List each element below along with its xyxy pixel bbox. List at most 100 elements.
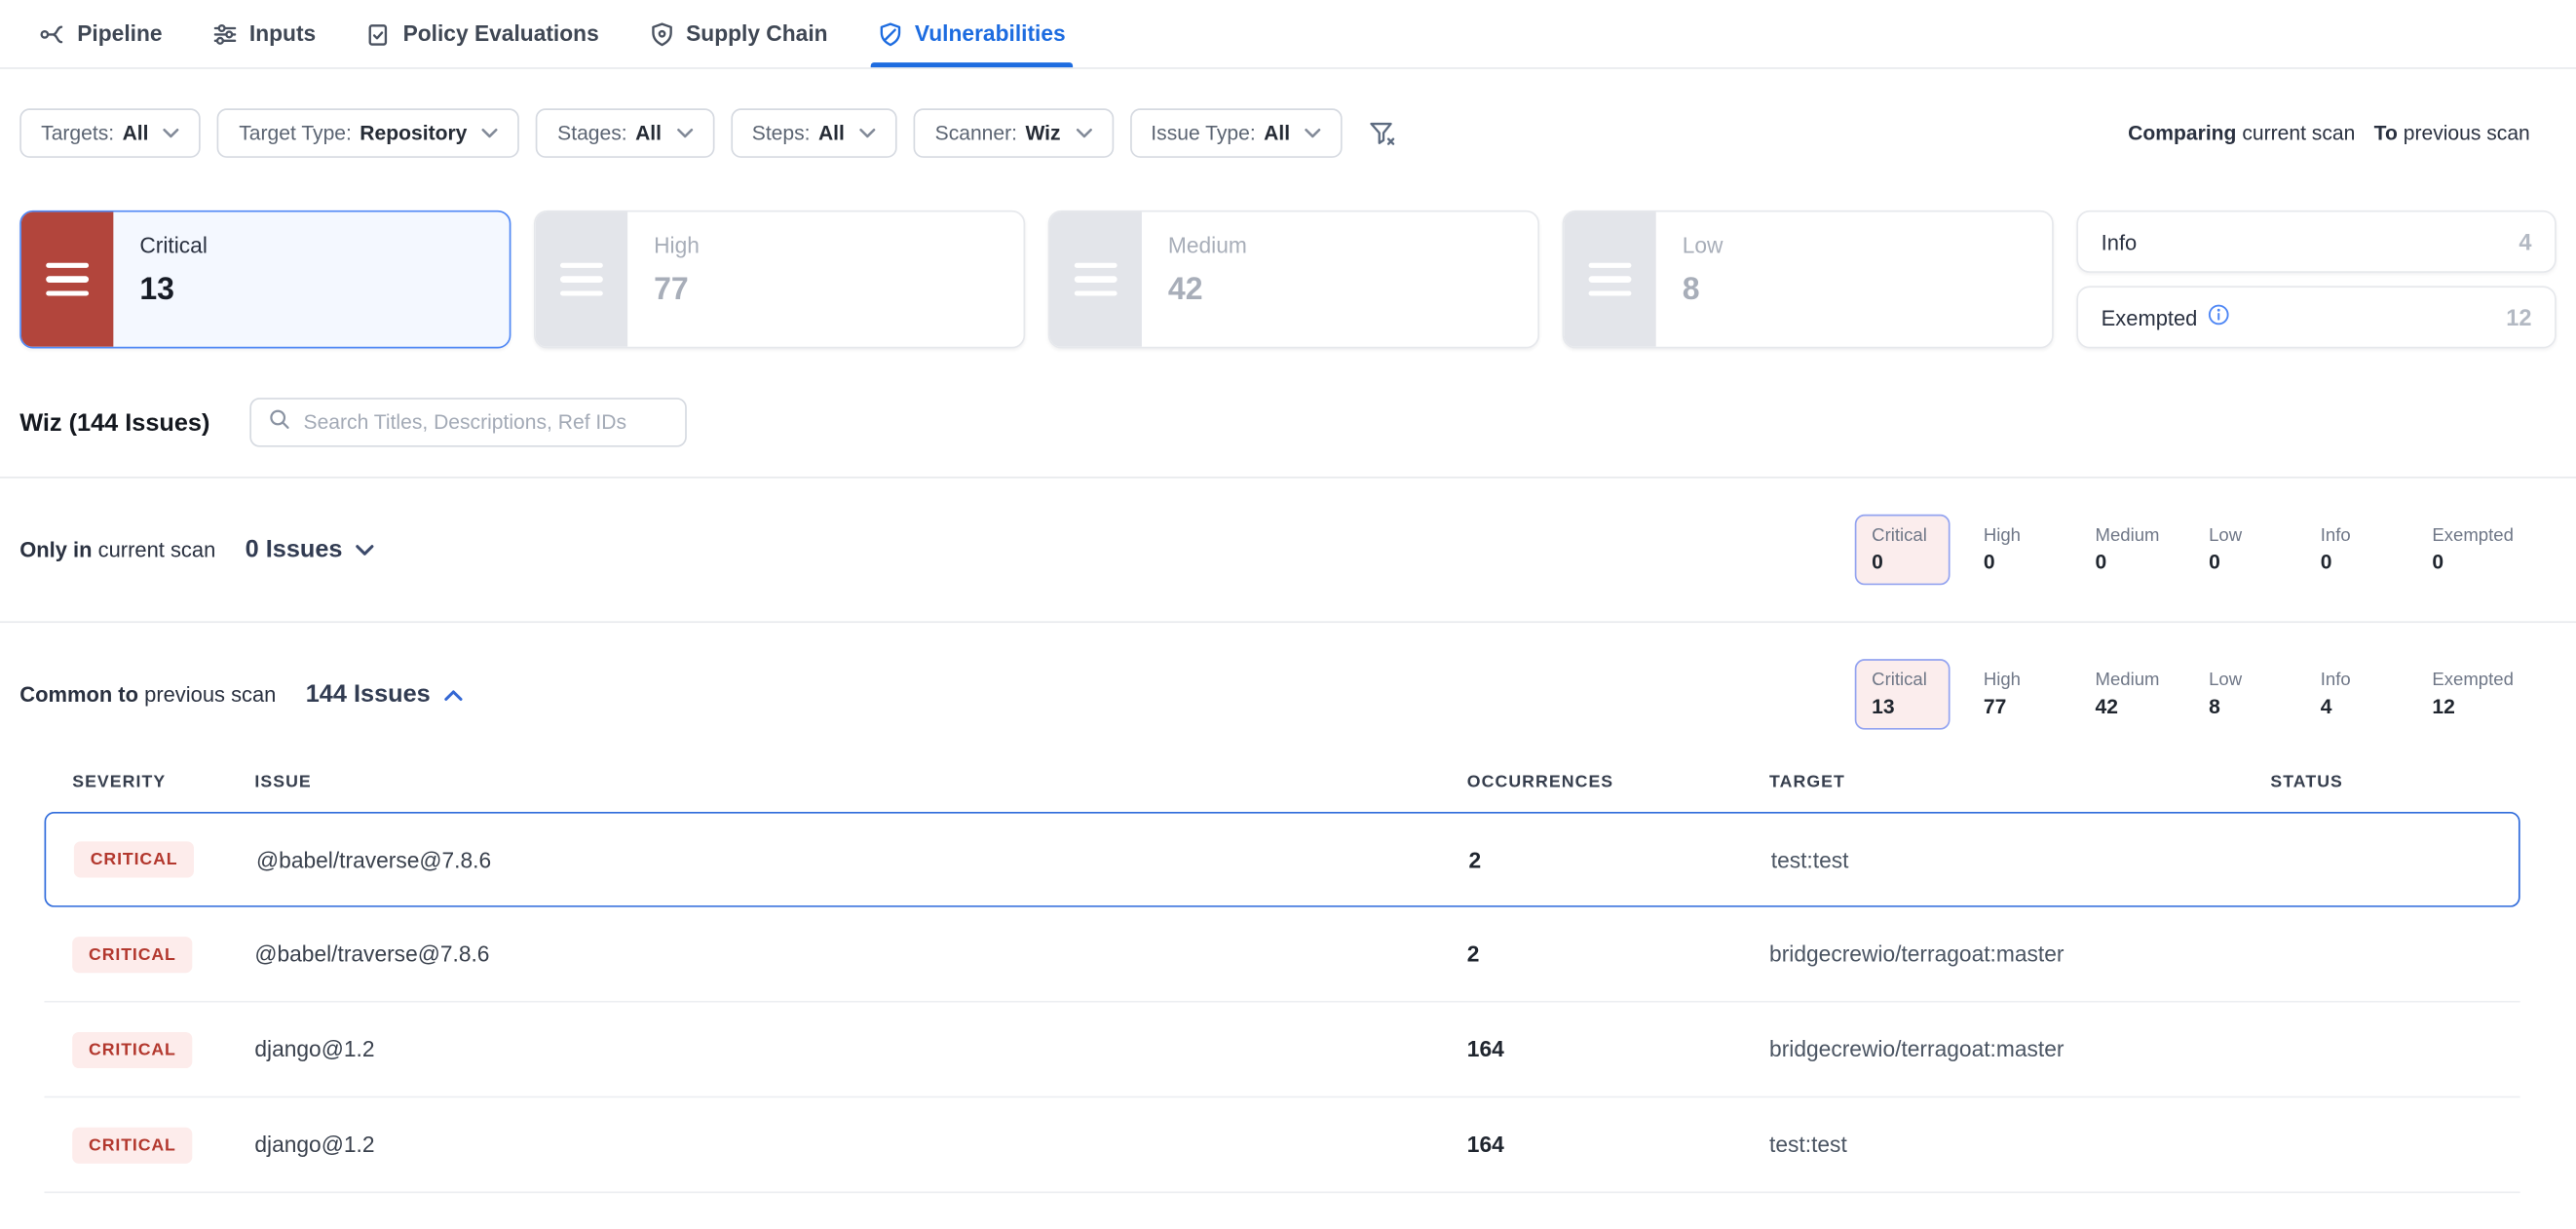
info-icon[interactable] <box>2208 304 2229 330</box>
filter-value: All <box>1264 122 1290 145</box>
filter-steps[interactable]: Steps: All <box>731 108 897 158</box>
vulnerabilities-page: Pipeline Inputs Policy Evaluations Suppl… <box>0 0 2576 1228</box>
occurrences-value: 164 <box>1467 1133 1769 1157</box>
tab-bar: Pipeline Inputs Policy Evaluations Suppl… <box>0 0 2576 69</box>
severity-card-exempted[interactable]: Exempted 12 <box>2076 286 2556 348</box>
section-only-in-current: Only in current scan 0 Issues Critical 0… <box>0 477 2576 621</box>
chevron-down-icon <box>164 129 180 138</box>
severity-pill[interactable]: Info 0 <box>2304 515 2400 586</box>
comparing-previous: previous scan <box>2404 122 2530 145</box>
filter-value: All <box>635 122 662 145</box>
severity-pill[interactable]: Critical 0 <box>1855 515 1951 586</box>
vulnerabilities-icon <box>877 20 903 47</box>
pill-label: Critical <box>1872 526 1934 546</box>
card-count: 42 <box>1168 273 1247 309</box>
card-count: 13 <box>139 273 208 309</box>
severity-list-icon <box>536 212 627 347</box>
severity-pill[interactable]: Medium 0 <box>2079 515 2177 586</box>
severity-badge: CRITICAL <box>72 1127 192 1163</box>
section-prefix: Common to <box>19 682 138 707</box>
side-cards: Info 4 Exempted 12 <box>2076 211 2556 349</box>
pill-label: Exempted <box>2432 671 2514 690</box>
pill-label: Medium <box>2096 671 2160 690</box>
pill-count: 4 <box>2321 695 2383 718</box>
issue-row[interactable]: CRITICAL @babel/traverse@7.8.6 2 bridgec… <box>45 907 2520 1003</box>
severity-card-critical[interactable]: Critical 13 <box>19 211 511 349</box>
section-common-to-previous: Common to previous scan 144 Issues Criti… <box>0 621 2576 1229</box>
issues-table: SEVERITY ISSUE OCCURRENCES TARGET STATUS… <box>45 752 2520 1193</box>
pill-label: Info <box>2321 671 2383 690</box>
severity-card-low[interactable]: Low 8 <box>1563 211 2054 349</box>
severity-list-icon <box>21 212 113 347</box>
filter-targets[interactable]: Targets: All <box>19 108 201 158</box>
filters-row: Targets: All Target Type: Repository Sta… <box>0 69 2576 158</box>
severity-pill[interactable]: High 77 <box>1967 659 2063 730</box>
tab-supply-chain[interactable]: Supply Chain <box>648 0 827 67</box>
tab-vulnerabilities[interactable]: Vulnerabilities <box>877 0 1066 67</box>
card-label: Exempted <box>2102 305 2198 329</box>
severity-card-info[interactable]: Info 4 <box>2076 211 2556 273</box>
search-input[interactable] <box>304 411 668 435</box>
card-count: 8 <box>1683 273 1724 309</box>
issue-name: @babel/traverse@7.8.6 <box>254 941 1466 966</box>
section-issue-count: 144 Issues <box>306 680 431 709</box>
severity-pill[interactable]: Info 4 <box>2304 659 2400 730</box>
severity-pill[interactable]: Exempted 0 <box>2416 515 2530 586</box>
section-toggle-common-to-previous[interactable]: Common to previous scan 144 Issues <box>19 680 463 709</box>
filter-label: Scanner: <box>935 122 1017 145</box>
filter-label: Stages: <box>557 122 626 145</box>
severity-pill[interactable]: Low 8 <box>2192 659 2288 730</box>
severity-badge: CRITICAL <box>72 1031 192 1067</box>
filter-value: All <box>123 122 149 145</box>
search-icon <box>267 406 290 438</box>
chevron-down-icon <box>676 129 693 138</box>
target-value: test:test <box>1771 847 2272 871</box>
tab-inputs[interactable]: Inputs <box>211 0 316 67</box>
filter-label: Target Type: <box>239 122 352 145</box>
severity-pill[interactable]: Critical 13 <box>1855 659 1951 730</box>
severity-badge: CRITICAL <box>72 936 192 972</box>
tab-label: Policy Evaluations <box>403 21 599 46</box>
tab-label: Pipeline <box>77 21 162 46</box>
severity-pill-group: Critical 0 High 0 Medium 0 Low <box>1855 515 2556 586</box>
tab-policy-evaluations[interactable]: Policy Evaluations <box>365 0 599 67</box>
severity-card-high[interactable]: High 77 <box>534 211 1025 349</box>
filter-issue-type[interactable]: Issue Type: All <box>1129 108 1343 158</box>
card-count: 4 <box>2519 228 2531 254</box>
column-header-status: STATUS <box>2270 773 2519 792</box>
section-prefix: Only in <box>19 537 92 561</box>
issue-row[interactable]: CRITICAL @babel/traverse@7.8.6 2 test:te… <box>45 812 2520 907</box>
tab-pipeline[interactable]: Pipeline <box>39 0 162 67</box>
issues-table-header: SEVERITY ISSUE OCCURRENCES TARGET STATUS <box>45 752 2520 812</box>
filter-value: Wiz <box>1025 122 1060 145</box>
filter-value: Repository <box>360 122 467 145</box>
issue-name: django@1.2 <box>254 1133 1466 1157</box>
comparing-current: current scan <box>2242 122 2355 145</box>
severity-pill[interactable]: Exempted 12 <box>2416 659 2530 730</box>
pill-count: 0 <box>2321 551 2383 574</box>
filter-scanner[interactable]: Scanner: Wiz <box>914 108 1114 158</box>
severity-pill[interactable]: Medium 42 <box>2079 659 2177 730</box>
scanner-title: Wiz (144 Issues) <box>19 408 209 437</box>
card-label: Low <box>1683 233 1724 257</box>
inputs-icon <box>211 20 238 47</box>
chevron-down-icon <box>482 129 499 138</box>
column-header-issue: ISSUE <box>254 773 1466 792</box>
section-toggle-only-in-current[interactable]: Only in current scan 0 Issues <box>19 536 375 564</box>
issue-row[interactable]: CRITICAL django@1.2 164 bridgecrewio/ter… <box>45 1003 2520 1098</box>
severity-pill[interactable]: Low 0 <box>2192 515 2288 586</box>
severity-pill[interactable]: High 0 <box>1967 515 2063 586</box>
severity-list-icon <box>1049 212 1141 347</box>
pill-count: 0 <box>2432 551 2514 574</box>
severity-badge: CRITICAL <box>74 841 194 877</box>
clear-filters-icon[interactable] <box>1369 119 1397 147</box>
filter-target-type[interactable]: Target Type: Repository <box>217 108 519 158</box>
tab-label: Supply Chain <box>686 21 827 46</box>
pill-label: Info <box>2321 526 2383 546</box>
pill-label: Exempted <box>2432 526 2514 546</box>
filter-stages[interactable]: Stages: All <box>536 108 714 158</box>
severity-card-medium[interactable]: Medium 42 <box>1048 211 1539 349</box>
pill-count: 0 <box>1984 551 2046 574</box>
issue-row[interactable]: CRITICAL django@1.2 164 test:test <box>45 1097 2520 1193</box>
chevron-down-icon <box>1305 129 1321 138</box>
